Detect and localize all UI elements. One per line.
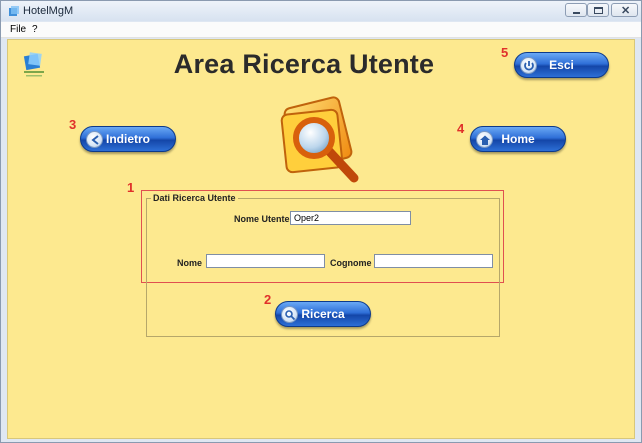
name-label: Nome — [177, 258, 203, 268]
menu-help[interactable]: ? — [32, 24, 38, 35]
minimize-icon — [573, 12, 580, 14]
marker-back: 3 — [69, 117, 77, 132]
marker-exit: 5 — [501, 45, 509, 60]
exit-button-label: Esci — [549, 58, 574, 72]
main-panel: Area Ricerca Utente 5 Esci 3 Indietro 4 … — [7, 39, 635, 439]
home-button[interactable]: Home — [470, 126, 566, 152]
back-button[interactable]: Indietro — [80, 126, 176, 152]
exit-button[interactable]: Esci — [514, 52, 609, 78]
surname-label: Cognome — [330, 258, 372, 268]
fieldset-legend: Dati Ricerca Utente — [151, 193, 238, 203]
window-title: HotelMgM — [23, 5, 74, 17]
hotel-app-icon — [9, 6, 19, 16]
name-field[interactable] — [206, 254, 325, 268]
marker-fieldset: 1 — [127, 180, 135, 195]
menu-file[interactable]: File — [10, 24, 26, 35]
app-window: HotelMgM ✕ File ? Area Ricerca Utente 5 … — [0, 0, 642, 443]
surname-field[interactable] — [374, 254, 493, 268]
close-icon: ✕ — [621, 5, 631, 17]
folder-magnifier-icon — [280, 96, 359, 183]
close-button[interactable]: ✕ — [611, 3, 638, 17]
marker-home: 4 — [457, 121, 465, 136]
home-button-label: Home — [501, 132, 535, 146]
username-label: Nome Utente — [234, 214, 290, 224]
minimize-button[interactable] — [565, 3, 587, 17]
username-field[interactable] — [290, 211, 411, 225]
maximize-button[interactable] — [587, 3, 609, 17]
title-bar[interactable]: HotelMgM ✕ — [1, 1, 641, 21]
marker-search: 2 — [264, 292, 272, 307]
back-button-label: Indietro — [106, 132, 150, 146]
search-button-label: Ricerca — [301, 307, 345, 321]
maximize-icon — [594, 7, 603, 14]
menu-bar: File ? — [1, 22, 641, 38]
page-title: Area Ricerca Utente — [173, 49, 435, 79]
search-button[interactable]: Ricerca — [275, 301, 371, 327]
